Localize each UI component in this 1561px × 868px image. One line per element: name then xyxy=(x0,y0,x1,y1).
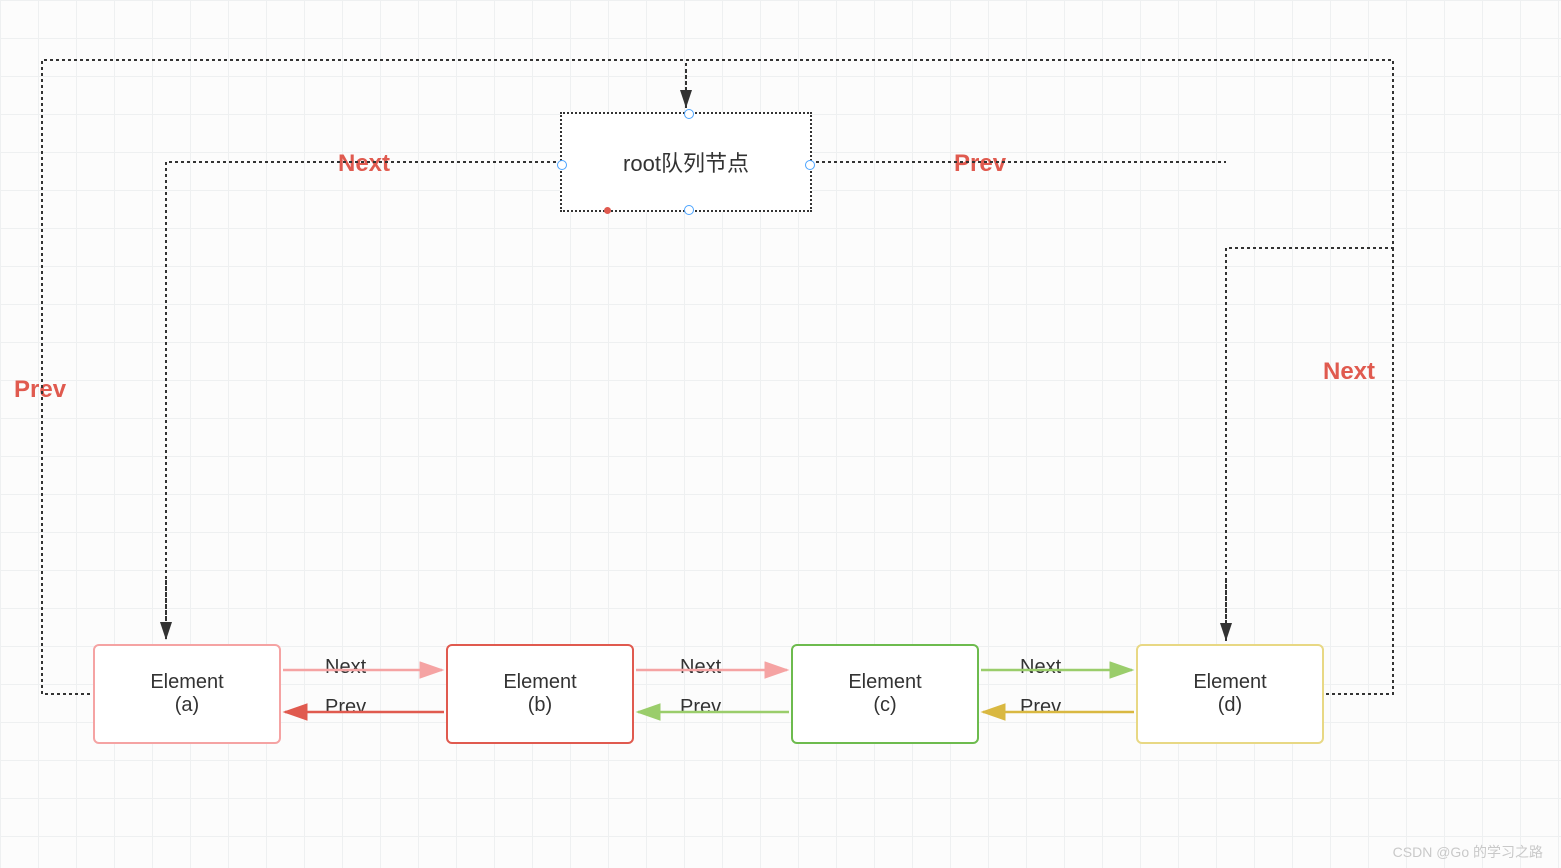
label-ab-prev: Prev xyxy=(325,696,366,719)
element-a: Element (a) xyxy=(93,644,281,744)
anchor-dot xyxy=(604,207,611,214)
handle-top xyxy=(684,109,694,119)
label-root-next: Next xyxy=(338,150,390,178)
label-right-next: Next xyxy=(1323,358,1375,386)
element-b: Element (b) xyxy=(446,644,634,744)
label-ab-next: Next xyxy=(325,656,366,679)
label-bc-next: Next xyxy=(680,656,721,679)
handle-right xyxy=(805,160,815,170)
element-d: Element (d) xyxy=(1136,644,1324,744)
element-c-sub: (c) xyxy=(873,694,896,717)
label-left-prev: Prev xyxy=(14,376,66,404)
handle-bottom xyxy=(684,205,694,215)
element-c-title: Element xyxy=(848,671,921,694)
label-bc-prev: Prev xyxy=(680,696,721,719)
root-label: root队列节点 xyxy=(623,146,749,178)
watermark: CSDN @Go 的学习之路 xyxy=(1393,842,1543,862)
element-d-title: Element xyxy=(1193,671,1266,694)
element-a-sub: (a) xyxy=(175,694,199,717)
element-d-sub: (d) xyxy=(1218,694,1242,717)
handle-left xyxy=(557,160,567,170)
label-cd-prev: Prev xyxy=(1020,696,1061,719)
label-root-prev: Prev xyxy=(954,150,1006,178)
element-a-title: Element xyxy=(150,671,223,694)
element-b-title: Element xyxy=(503,671,576,694)
element-b-sub: (b) xyxy=(528,694,552,717)
element-c: Element (c) xyxy=(791,644,979,744)
label-cd-next: Next xyxy=(1020,656,1061,679)
root-node: root队列节点 xyxy=(560,112,812,212)
